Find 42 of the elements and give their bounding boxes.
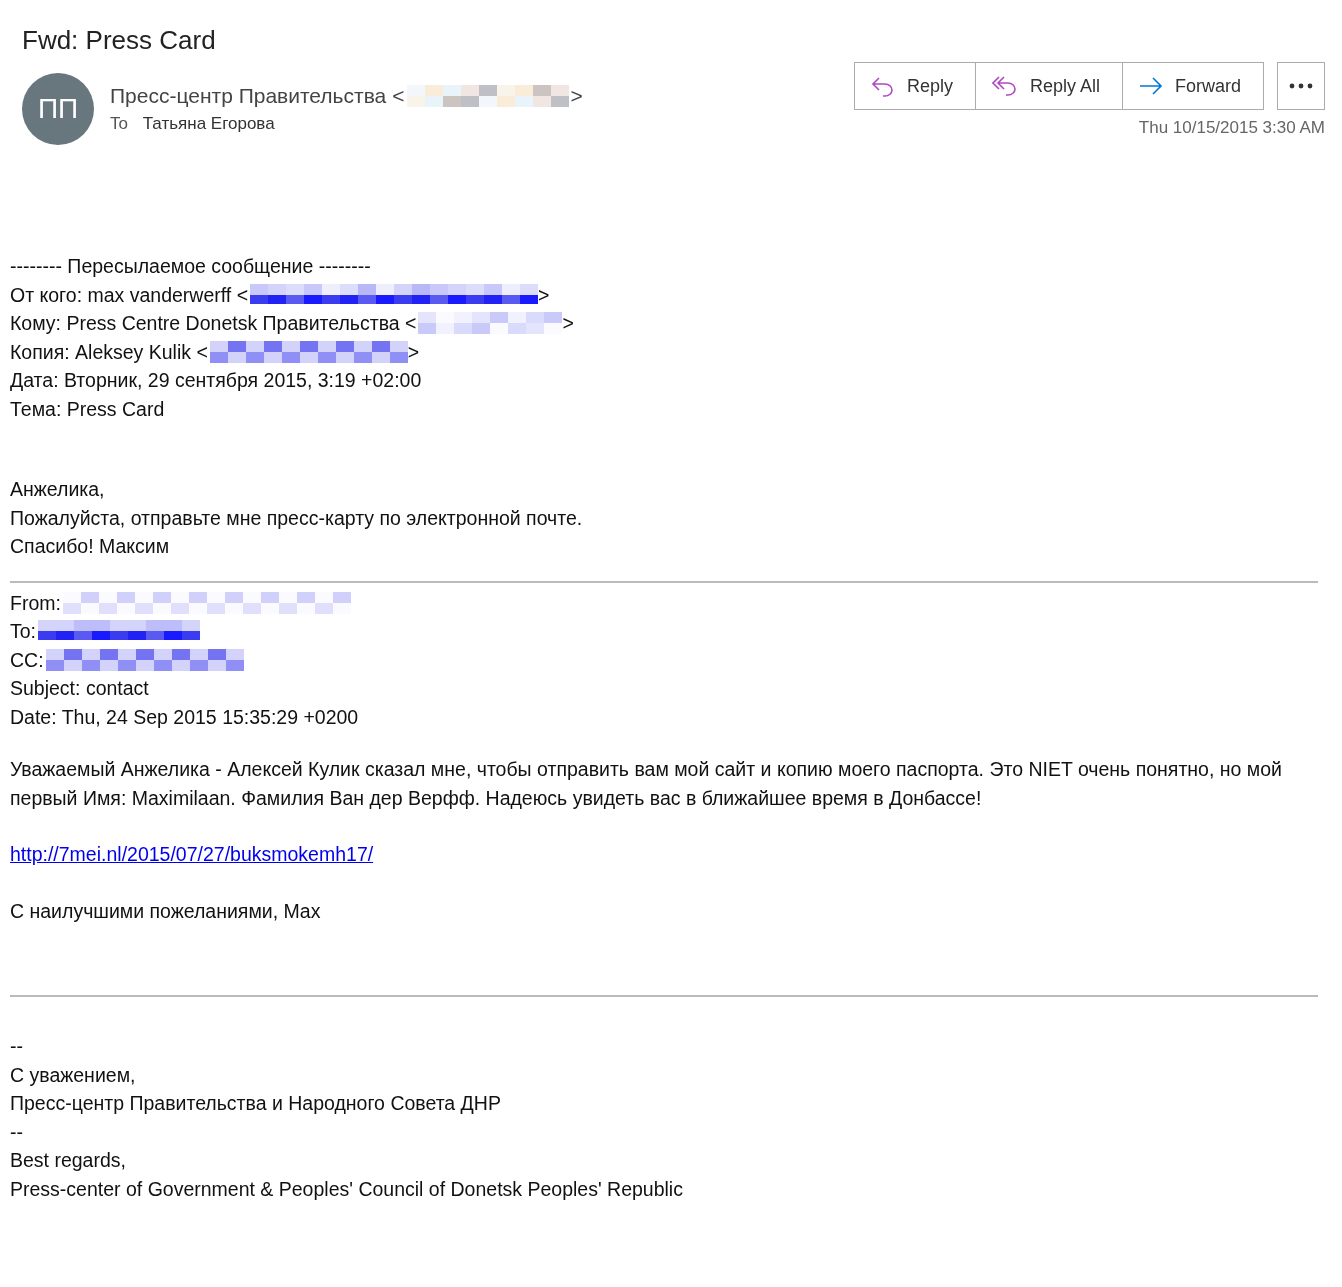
text-line: Кому: Press Centre Donetsk Правительства < (10, 311, 417, 336)
reply-icon (870, 75, 895, 97)
url-link[interactable]: http://7mei.nl/2015/07/27/buksmokemh17/ (10, 843, 374, 865)
text-line: Тема: Press Card (10, 396, 165, 422)
angle-bracket: > (570, 84, 583, 108)
email-subject: Fwd: Press Card (21, 24, 217, 56)
reply-button[interactable]: Reply (853, 62, 976, 110)
avatar: ПП (22, 73, 94, 145)
angle-bracket: > (562, 311, 574, 336)
received-date: Thu 10/15/2015 3:30 AM (1138, 118, 1325, 138)
text-line: CC: (10, 647, 44, 673)
text-line: -- (10, 1119, 23, 1145)
text-line: Subject: contact (10, 676, 149, 701)
text-line: С уважением, (10, 1062, 136, 1088)
more-icon (1289, 83, 1313, 89)
text-line: Best regards, (10, 1148, 126, 1173)
recipient-name: Татьяна Егорова (142, 114, 275, 133)
body-paragraph: С наилучшими пожеланиями, Max (10, 898, 322, 924)
forward-icon (1139, 77, 1163, 95)
text-line: To: (10, 619, 36, 644)
angle-bracket: > (538, 282, 550, 308)
text-line: Пресс-центр Правительства и Народного Совета ДНР (10, 1091, 501, 1116)
sender-name: Пресс-центр Правительства (110, 84, 387, 108)
text-line: -------- Пересылаемое сообщение -------- (10, 254, 371, 279)
text-line: -- (10, 1034, 23, 1059)
body-paragraph: Уважаемый Анжелика - Алексей Кулик сказал мне, чтобы отправить вам мой сайт и копию моего паспорта. Это NIET очень понятно, но мой первый Имя: Maximilaan. Фамилия Ван дер Верфф. Надеюсь увидеть вас в ближайшее время в Донбассе! (10, 757, 1283, 811)
reply-all-icon (991, 75, 1018, 97)
angle-bracket: > (407, 339, 420, 365)
text-line: Пожалуйста, отправьте мне пресс-карту по электронной почте. (10, 505, 583, 531)
text-line: From: (10, 590, 61, 616)
text-line: Date: Thu, 24 Sep 2015 15:35:29 +0200 (10, 704, 359, 730)
text-line: Дата: Вторник, 29 сентября 2015, 3:19 +02:00 (10, 368, 422, 393)
more-button[interactable] (1277, 62, 1325, 110)
text-line: От кого: max vanderwerff < (10, 282, 249, 308)
text-line: Спасибо! Максим (10, 534, 170, 559)
to-label: To (110, 114, 128, 133)
forward-button[interactable]: Forward (1122, 62, 1264, 110)
angle-bracket: < (392, 84, 405, 108)
reply-all-button[interactable]: Reply All (974, 62, 1123, 110)
text-line: Анжелика, (10, 477, 105, 502)
text-line: Копия: Aleksey Kulik < (10, 339, 208, 365)
text-line: Press-center of Government & Peoples' Council of Donetsk Peoples' Republic (10, 1176, 683, 1202)
